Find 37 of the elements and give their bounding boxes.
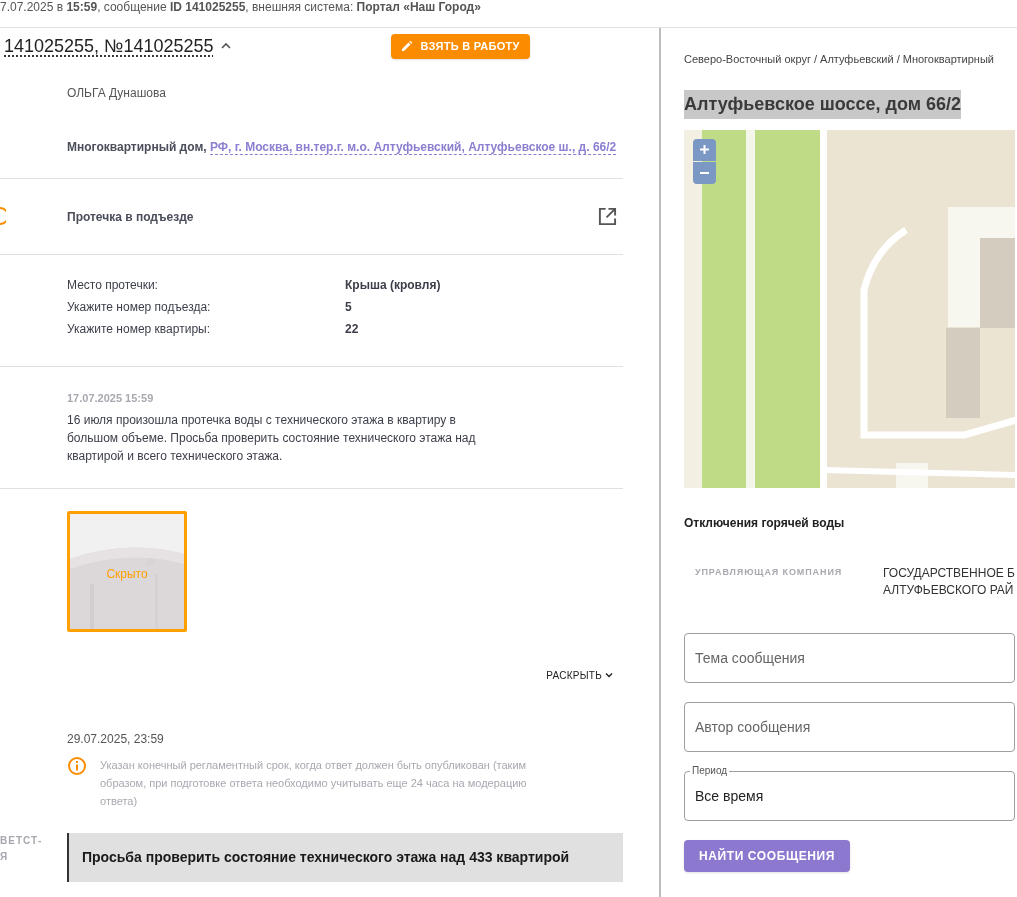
author-name: ОЛЬГА Дунашова <box>67 85 167 102</box>
object-type: Многоквартирный дом, <box>67 140 207 154</box>
deadline-note: Указан конечный регламентный срок, когда ответ должен быть опубликован (таким образом, при подготовке ответа необходимо учитывать еще 24 часа на модерацию ответа) <box>100 757 528 809</box>
hot-water-heading: Отключения горячей воды <box>684 514 846 532</box>
hidden-label: Скрыто <box>105 565 149 583</box>
zoom-in-button[interactable] <box>693 138 716 161</box>
period-label: Период <box>690 763 730 778</box>
zoom-out-button[interactable] <box>693 161 716 184</box>
field-value: 22 <box>345 321 359 338</box>
plus-icon <box>700 145 709 154</box>
expand-button[interactable]: РАСКРЫТЬ <box>546 667 613 683</box>
answer-label: ВЕТСТ- Я <box>0 833 44 864</box>
external-link-icon[interactable] <box>598 207 617 226</box>
minus-icon <box>700 171 709 174</box>
field-value: 5 <box>345 299 352 316</box>
address-title: Алтуфьевское шоссе, дом 66/2 <box>684 89 962 119</box>
message-text: 16 июля произошла протечка воды с технического этажа в квартиру в большом объеме. Просьба проверить состояние технического этажа над квартирой и всего технического этажа. <box>67 411 477 465</box>
find-messages-button[interactable]: НАЙТИ СООБЩЕНИЯ <box>684 839 851 872</box>
field-label: Укажите номер подъезда: <box>67 299 212 316</box>
chevron-down-icon <box>605 671 613 679</box>
deadline-date: 29.07.2025, 23:59 <box>67 730 165 748</box>
message-date: 17.07.2025 15:59 <box>67 391 155 406</box>
field-value: Крыша (кровля) <box>345 277 441 294</box>
message-info: 7.07.2025 в 15:59, сообщение ID 141025255, внешняя система: Портал «Наш Город» <box>0 0 482 14</box>
pencil-icon <box>400 40 413 52</box>
field-label: Укажите номер квартиры: <box>67 321 211 338</box>
company-name: ГОСУДАРСТВЕННОЕ Б АЛТУФЬЕВСКОГО РАЙ <box>883 564 1015 599</box>
field-label: Место протечки: <box>67 277 159 294</box>
info-icon <box>67 755 87 776</box>
text-field[interactable]: Тема сообщения <box>684 632 1015 683</box>
answer-text: Просьба проверить состояние технического этажа над 433 квартирой <box>67 832 623 882</box>
breadcrumb: Северо-Восточный округ / Алтуфьевский / Многоквартирный <box>684 52 995 67</box>
category-title: Протечка в подъезде <box>67 208 194 226</box>
request-title[interactable]: 141025255, №141025255 <box>0 32 214 60</box>
text-field[interactable]: Автор сообщения <box>684 701 1015 752</box>
company-label: УПРАВЛЯЮЩАЯ КОМПАНИЯ <box>694 565 844 579</box>
period-value: Все время <box>695 787 764 806</box>
